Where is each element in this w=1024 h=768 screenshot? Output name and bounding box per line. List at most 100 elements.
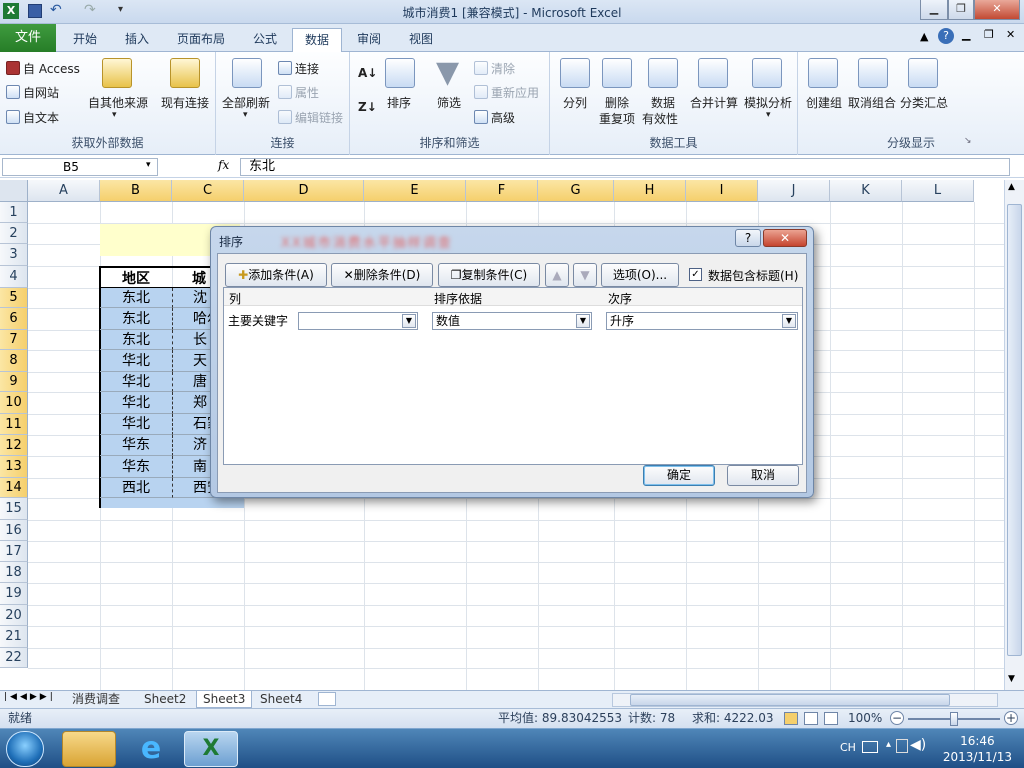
what-if-label[interactable]: 模拟分析 [744,94,792,111]
row-header-9[interactable]: 9 [0,372,28,392]
consolidate-icon[interactable] [698,58,728,88]
ribbon-collapse-icon[interactable]: ▲ [920,30,928,43]
zoom-out-icon[interactable]: − [890,711,904,725]
column-header-F[interactable]: F [466,180,538,202]
insert-sheet-icon[interactable] [318,692,336,706]
tab-insert[interactable]: 插入 [112,28,162,52]
sheet-tab-sheet3[interactable]: Sheet3 [196,691,253,708]
dialog-close-button[interactable]: ✕ [763,229,807,247]
sheet-tab-sheet4[interactable]: Sheet4 [254,691,308,708]
language-indicator[interactable]: CH [840,741,856,754]
close-button[interactable]: ✕ [974,0,1020,20]
ungroup-label[interactable]: 取消组合 [848,94,896,111]
add-condition-button[interactable]: ✚添加条件(A) [225,263,327,287]
connections-button[interactable]: 连接 [278,60,319,77]
refresh-all-label[interactable]: 全部刷新 [222,94,270,111]
column-header-K[interactable]: K [830,180,902,202]
workbook-close-icon[interactable]: ✕ [1006,28,1015,41]
row-header-13[interactable]: 13 [0,456,28,478]
row-header-21[interactable]: 21 [0,626,28,648]
other-sources-label[interactable]: 自其他来源 [88,94,148,111]
delete-condition-button[interactable]: ✕删除条件(D) [331,263,433,287]
region-cell[interactable]: 西北 [100,478,172,498]
dialog-help-button[interactable]: ? [735,229,761,247]
tab-home[interactable]: 开始 [60,28,110,52]
row-header-14[interactable]: 14 [0,478,28,498]
remove-duplicates-label-2[interactable]: 重复项 [599,110,635,127]
column-header-B[interactable]: B [100,180,172,202]
group-label[interactable]: 创建组 [806,94,842,111]
ungroup-icon[interactable] [858,58,888,88]
column-header-A[interactable]: A [28,180,100,202]
column-header-E[interactable]: E [364,180,466,202]
copy-condition-button[interactable]: ❐复制条件(C) [438,263,540,287]
keyboard-icon[interactable] [862,741,878,753]
column-header-J[interactable]: J [758,180,830,202]
zoom-in-icon[interactable]: + [1004,711,1018,725]
excel-taskbar-icon[interactable]: X [184,731,238,767]
network-icon[interactable] [896,739,908,753]
column-header-D[interactable]: D [244,180,364,202]
other-sources-icon[interactable] [102,58,132,88]
scroll-down-icon[interactable]: ▼ [1008,674,1015,684]
volume-icon[interactable]: ◀) [910,737,926,753]
has-header-checkbox[interactable]: ✓ [689,268,702,281]
page-break-view-icon[interactable] [824,712,838,725]
row-header-7[interactable]: 7 [0,330,28,350]
dialog-launcher-icon[interactable]: ↘ [964,136,972,146]
sort-label[interactable]: 排序 [387,94,411,111]
filter-icon[interactable]: ▼ [436,56,459,90]
ok-button[interactable]: 确定 [643,465,715,486]
region-cell[interactable]: 东北 [100,288,172,308]
row-header-15[interactable]: 15 [0,498,28,520]
restore-button[interactable]: ❐ [948,0,974,20]
row-header-16[interactable]: 16 [0,520,28,541]
row-header-6[interactable]: 6 [0,308,28,330]
workbook-restore-icon[interactable]: ❐ [984,28,994,41]
fx-icon[interactable]: fx [218,158,229,172]
existing-connections-icon[interactable] [170,58,200,88]
region-cell[interactable]: 东北 [100,330,172,350]
select-all-corner[interactable] [0,180,28,202]
sheet-tab-sheet2[interactable]: Sheet2 [138,691,192,708]
region-cell[interactable]: 华北 [100,372,172,392]
row-header-12[interactable]: 12 [0,435,28,456]
row-header-20[interactable]: 20 [0,605,28,626]
from-web-button[interactable]: 自网站 [6,84,59,101]
row-header-18[interactable]: 18 [0,562,28,583]
ie-taskbar-icon[interactable]: e [124,731,178,767]
row-header-2[interactable]: 2 [0,223,28,244]
region-cell[interactable]: 华北 [100,414,172,435]
name-box[interactable]: B5 [2,158,158,176]
formula-input[interactable]: 东北 [240,158,1010,176]
minimize-button[interactable]: ▁ [920,0,948,20]
consolidate-label[interactable]: 合并计算 [690,94,738,111]
workbook-minimize-icon[interactable]: ▁ [962,28,970,41]
horizontal-scroll-thumb[interactable] [630,694,950,706]
normal-view-icon[interactable] [784,712,798,725]
tab-data[interactable]: 数据 [292,28,342,53]
data-validation-icon[interactable] [648,58,678,88]
region-cell[interactable]: 华北 [100,392,172,414]
remove-duplicates-icon[interactable] [602,58,632,88]
sheet-tab-consumption[interactable]: 消费调查 [66,691,126,708]
sort-on-select[interactable]: 数值 ▼ [432,312,592,330]
sort-asc-icon[interactable]: A↓ [358,66,377,80]
sheet-nav-arrows[interactable]: |◀◀▶▶| [4,692,56,702]
zoom-slider-thumb[interactable] [950,712,958,726]
row-header-8[interactable]: 8 [0,350,28,372]
other-sources-dropdown-icon[interactable]: ▾ [112,110,117,120]
row-header-22[interactable]: 22 [0,648,28,668]
row-header-5[interactable]: 5 [0,288,28,308]
existing-connections-label[interactable]: 现有连接 [161,94,209,111]
region-cell[interactable]: 东北 [100,308,172,330]
refresh-dropdown-icon[interactable]: ▾ [243,110,248,120]
scroll-thumb[interactable] [1007,204,1022,656]
subtotal-icon[interactable] [908,58,938,88]
tab-formulas[interactable]: 公式 [240,28,290,52]
tab-view[interactable]: 视图 [396,28,446,52]
tab-review[interactable]: 审阅 [344,28,394,52]
column-header-C[interactable]: C [172,180,244,202]
what-if-icon[interactable] [752,58,782,88]
data-validation-label-1[interactable]: 数据 [651,94,675,111]
